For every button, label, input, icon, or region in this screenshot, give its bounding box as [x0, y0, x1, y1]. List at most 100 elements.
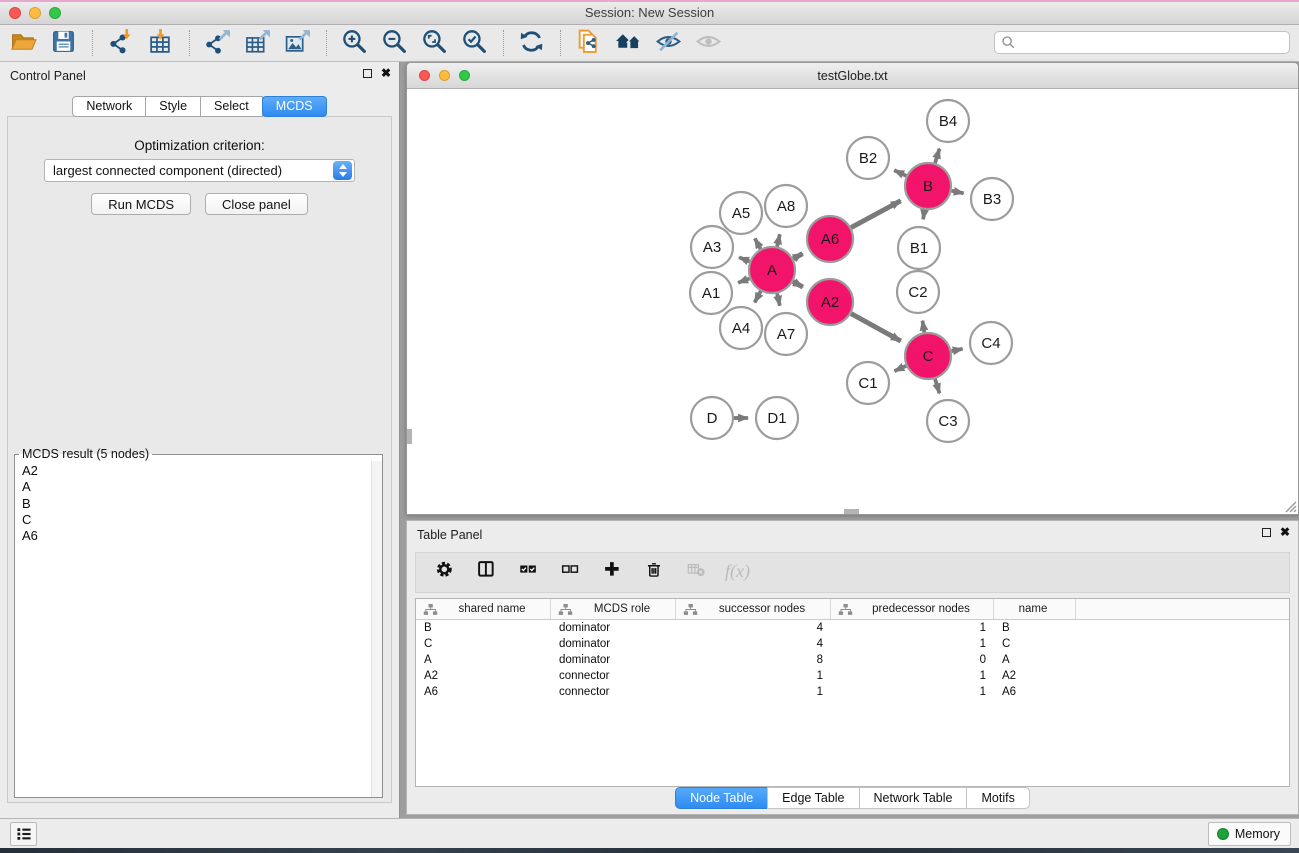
graph-node-B[interactable]: B [905, 163, 951, 209]
graph-node-B1[interactable]: B1 [898, 227, 940, 269]
close-table-panel-icon[interactable]: ✖ [1280, 527, 1290, 537]
tab-network[interactable]: Network [72, 96, 146, 117]
save-session-button[interactable] [48, 27, 78, 59]
graph-node-B2[interactable]: B2 [847, 137, 889, 179]
graph-edge-C-C4[interactable] [952, 349, 963, 351]
table-row[interactable]: Cdominator41C [416, 636, 1289, 652]
graph-edge-A-A8[interactable] [777, 234, 780, 246]
tab-style[interactable]: Style [145, 96, 201, 117]
zoom-in-button[interactable] [339, 27, 369, 59]
graph-edge-A-A2[interactable] [793, 282, 803, 287]
table-row[interactable]: Adominator80A [416, 652, 1289, 668]
table-row[interactable]: Bdominator41B [416, 620, 1289, 636]
refresh-button[interactable] [516, 27, 546, 59]
zoom-selected-button[interactable] [459, 27, 489, 59]
graph-edge-A-A5[interactable] [755, 238, 761, 248]
mcds-result-item[interactable]: C [22, 512, 382, 528]
graph-node-A2[interactable]: A2 [807, 279, 853, 325]
graph-node-A8[interactable]: A8 [765, 185, 807, 227]
mcds-result-item[interactable]: A6 [22, 528, 382, 544]
minimize-window-button[interactable] [29, 7, 41, 19]
graph-edge-A-A6[interactable] [793, 254, 802, 259]
graph-node-A[interactable]: A [749, 247, 795, 293]
graph-node-A3[interactable]: A3 [691, 226, 733, 268]
graph-edge-A2-C[interactable] [851, 314, 901, 341]
column-header-predecessor-nodes[interactable]: predecessor nodes [831, 599, 994, 619]
graph-node-C3[interactable]: C3 [927, 400, 969, 442]
search-input[interactable] [1016, 34, 1289, 52]
deselect-all-button[interactable] [559, 560, 585, 586]
hide-eye-button[interactable] [653, 27, 683, 59]
result-list-scrollbar[interactable] [371, 461, 382, 797]
open-file-button[interactable] [8, 27, 38, 59]
network-from-document-button[interactable] [573, 27, 603, 59]
function-builder-button[interactable]: f(x) [727, 560, 753, 586]
import-table-button[interactable] [145, 27, 175, 59]
add-column-button[interactable] [601, 560, 627, 586]
mcds-result-item[interactable]: B [22, 496, 382, 512]
graph-node-A6[interactable]: A6 [807, 216, 853, 262]
tab-edge-table[interactable]: Edge Table [767, 787, 859, 809]
graph-edge-C-C1[interactable] [894, 366, 906, 371]
select-all-button[interactable] [517, 560, 543, 586]
export-image-button[interactable] [282, 27, 312, 59]
graph-edge-A-A7[interactable] [777, 293, 780, 305]
network-canvas[interactable]: B4B2BB3A8A5A6A3B1AA1C2A2A4A7C4CC1C3DD1 [407, 89, 1298, 514]
home-pair-button[interactable] [613, 27, 643, 59]
column-header-name[interactable]: name [994, 599, 1076, 619]
close-panel-icon[interactable]: ✖ [381, 68, 391, 78]
graph-node-B3[interactable]: B3 [971, 178, 1013, 220]
settings-gear-button[interactable] [433, 560, 459, 586]
graph-node-A4[interactable]: A4 [720, 307, 762, 349]
graph-edge-B-B4[interactable] [935, 149, 939, 163]
network-hscroll-thumb[interactable] [844, 509, 859, 514]
network-close-button[interactable] [419, 70, 430, 81]
graph-node-A5[interactable]: A5 [720, 192, 762, 234]
network-zoom-button[interactable] [459, 70, 470, 81]
graph-node-C4[interactable]: C4 [970, 322, 1012, 364]
column-header-shared-name[interactable]: shared name [416, 599, 551, 619]
search-box[interactable] [994, 31, 1290, 54]
columns-button[interactable] [475, 560, 501, 586]
tab-motifs[interactable]: Motifs [966, 787, 1029, 809]
delete-column-button[interactable] [643, 560, 669, 586]
graph-node-C2[interactable]: C2 [897, 271, 939, 313]
run-mcds-button[interactable]: Run MCDS [91, 193, 191, 215]
column-header-successor-nodes[interactable]: successor nodes [676, 599, 831, 619]
tab-select[interactable]: Select [200, 96, 263, 117]
graph-node-C1[interactable]: C1 [847, 362, 889, 404]
graph-edge-B-B3[interactable] [952, 191, 964, 193]
close-panel-button[interactable]: Close panel [205, 193, 308, 215]
float-table-panel-icon[interactable] [1262, 528, 1271, 537]
export-network-button[interactable] [202, 27, 232, 59]
graph-edge-A6-B[interactable] [851, 201, 901, 228]
mcds-result-item[interactable]: A [22, 479, 382, 495]
graph-node-A1[interactable]: A1 [690, 272, 732, 314]
delete-table-button[interactable] [685, 560, 711, 586]
network-vscroll-thumb[interactable] [407, 429, 412, 444]
mcds-result-item[interactable]: A2 [22, 463, 382, 479]
graph-edge-A-A4[interactable] [755, 291, 761, 302]
close-window-button[interactable] [9, 7, 21, 19]
tab-node-table[interactable]: Node Table [675, 787, 768, 809]
graph-edge-B-B1[interactable] [923, 210, 924, 220]
graph-edge-C-C2[interactable] [922, 321, 924, 333]
zoom-fit-button[interactable] [419, 27, 449, 59]
graph-node-A7[interactable]: A7 [765, 313, 807, 355]
memory-button[interactable]: Memory [1208, 822, 1291, 846]
table-row[interactable]: A6connector11A6 [416, 684, 1289, 700]
graph-node-D1[interactable]: D1 [756, 397, 798, 439]
window-resize-grip[interactable] [1283, 499, 1297, 513]
float-panel-icon[interactable] [363, 69, 372, 78]
graph-node-D[interactable]: D [691, 397, 733, 439]
import-network-button[interactable] [105, 27, 135, 59]
graph-edge-C-C3[interactable] [935, 379, 939, 393]
tab-network-table[interactable]: Network Table [859, 787, 968, 809]
graph-edge-B-B2[interactable] [894, 170, 906, 176]
zoom-out-button[interactable] [379, 27, 409, 59]
criterion-select[interactable]: largest connected component (directed) [44, 159, 355, 182]
graph-node-C[interactable]: C [905, 333, 951, 379]
tab-mcds[interactable]: MCDS [262, 96, 327, 117]
export-table-button[interactable] [242, 27, 272, 59]
task-history-button[interactable] [10, 822, 37, 846]
